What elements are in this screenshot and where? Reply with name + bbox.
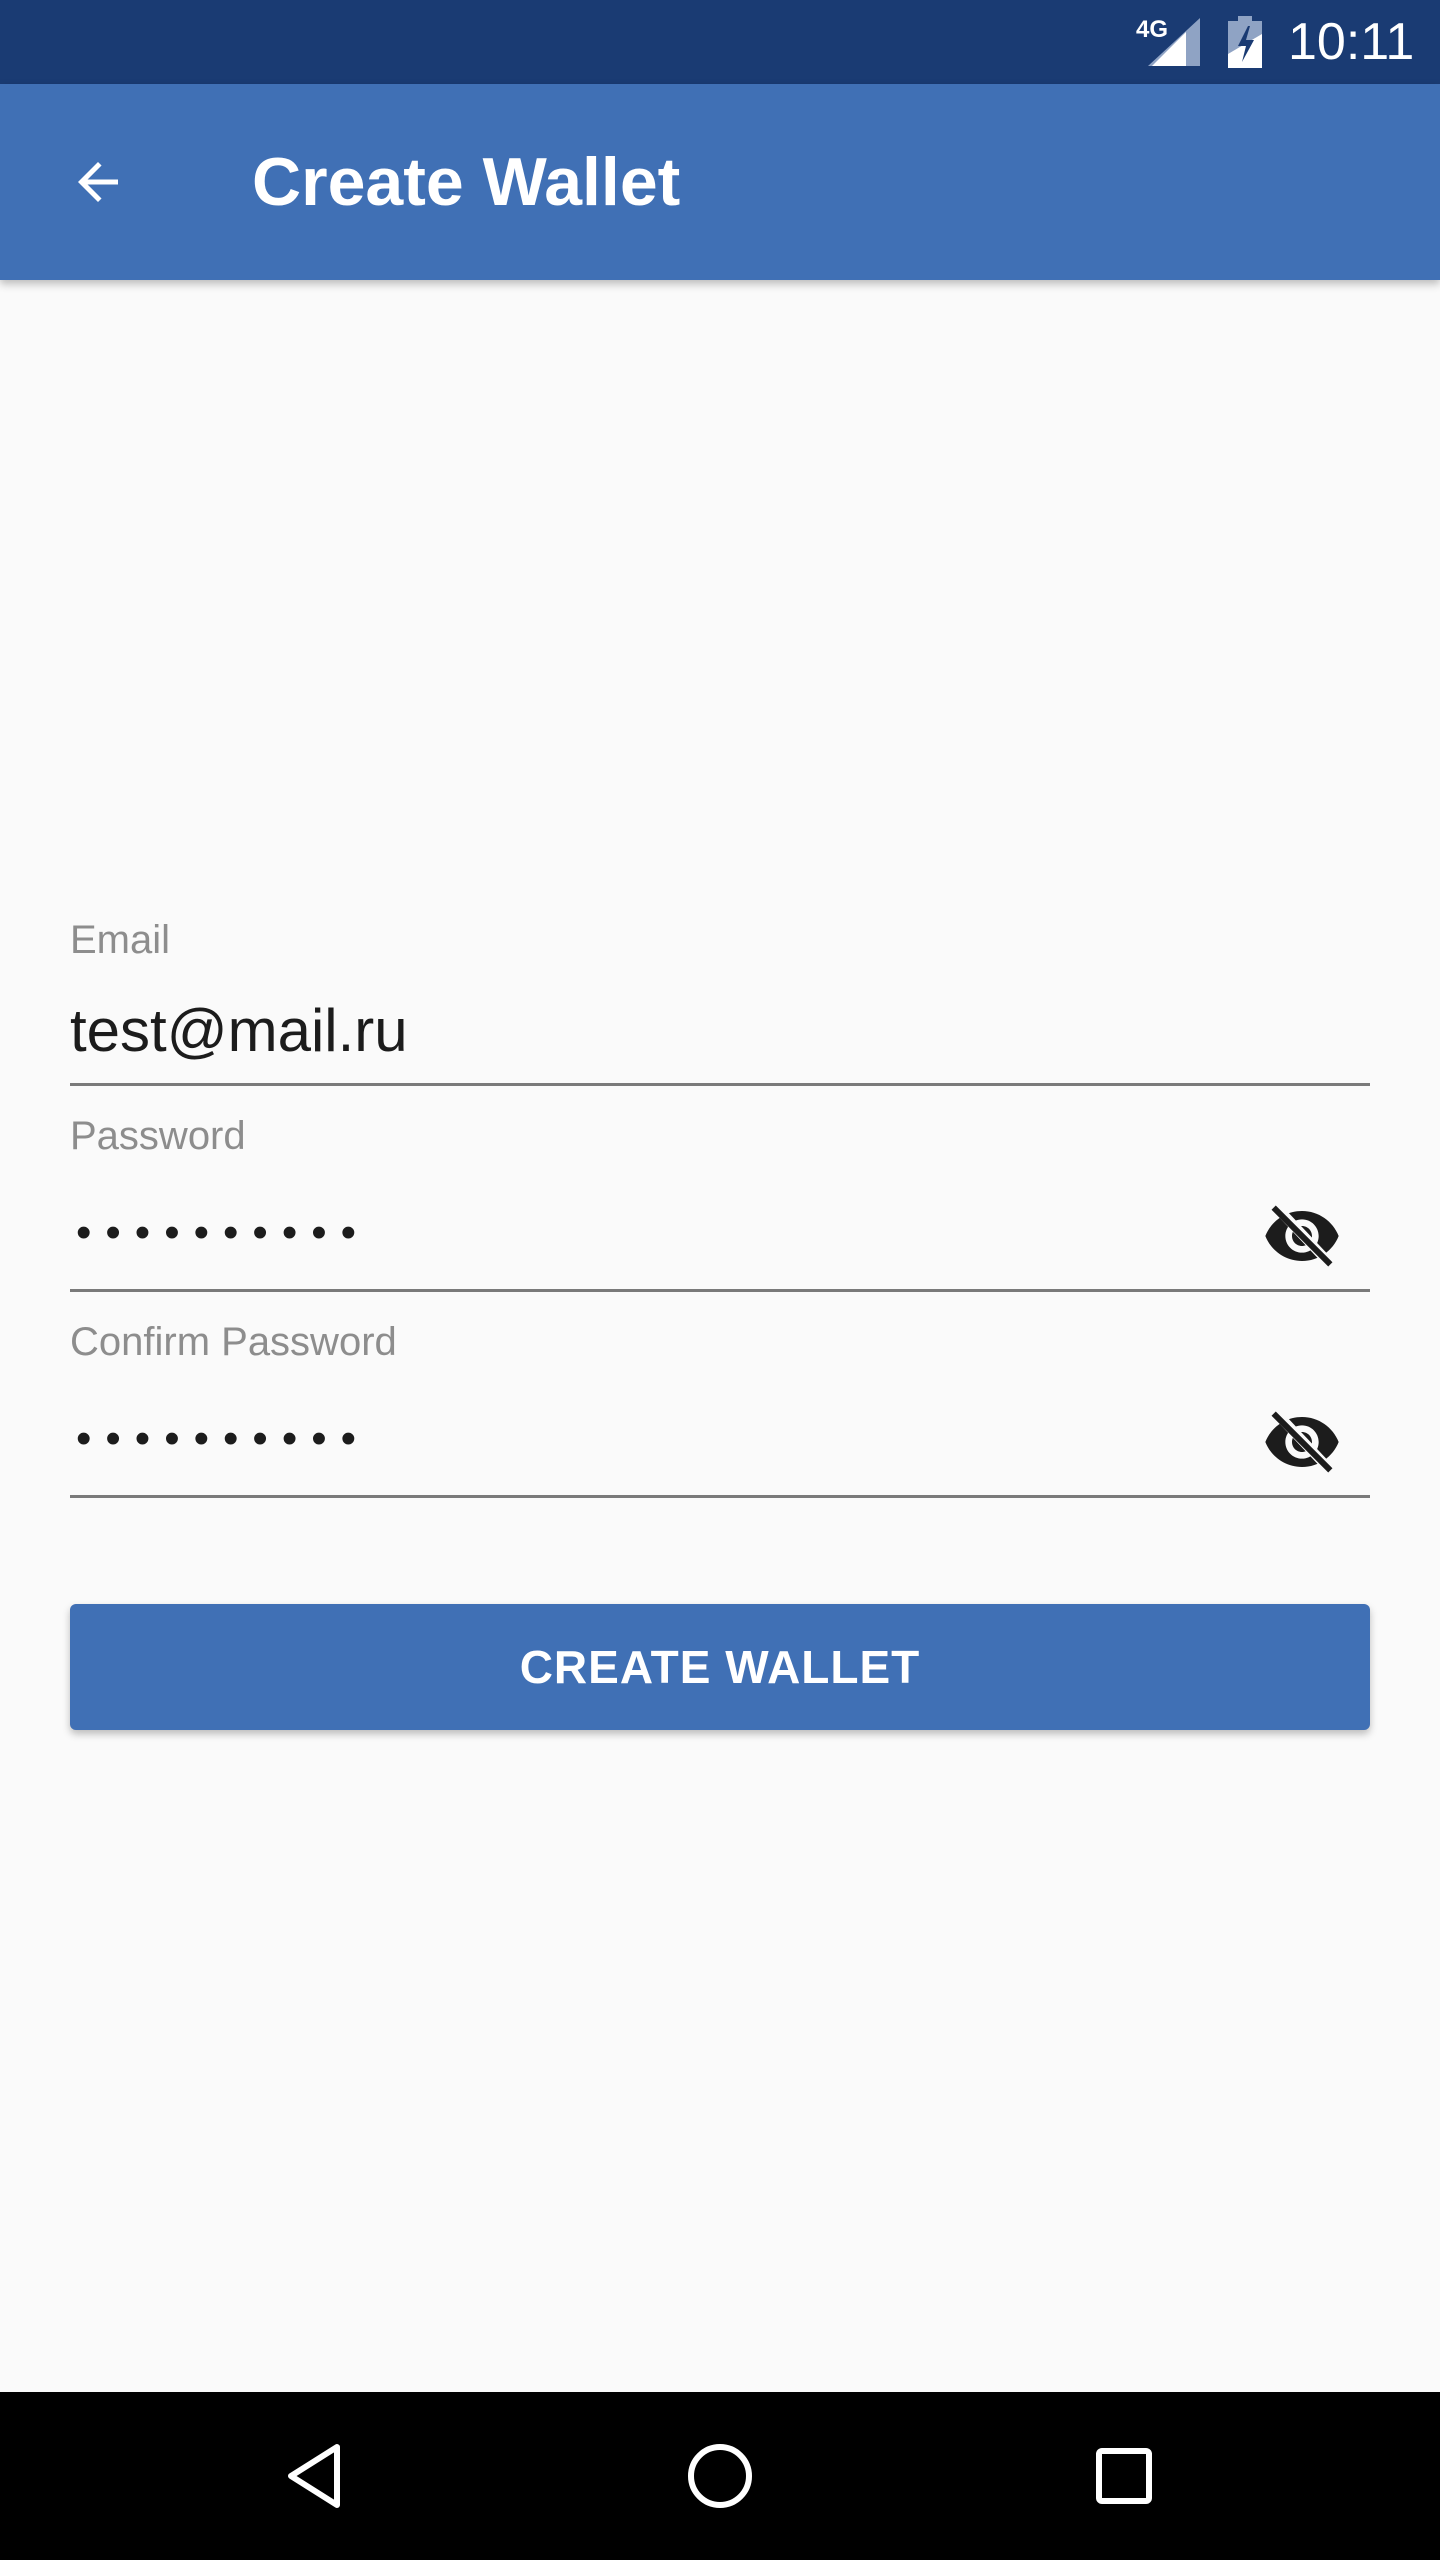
password-label: Password <box>70 1114 246 1158</box>
password-field[interactable]: Password •••••••••• <box>70 1112 1370 1292</box>
page-title: Create Wallet <box>252 144 681 220</box>
battery-charging-icon <box>1228 16 1262 68</box>
app-bar: Create Wallet <box>0 84 1440 280</box>
create-wallet-button[interactable]: CREATE WALLET <box>70 1604 1370 1730</box>
create-wallet-screen: 4G 10:11 Create Wallet Email test@mail.r… <box>0 0 1440 2560</box>
confirm-password-visibility-toggle[interactable] <box>1254 1394 1350 1490</box>
confirm-password-field[interactable]: Confirm Password •••••••••• <box>70 1318 1370 1498</box>
status-time: 10:11 <box>1288 13 1415 71</box>
email-underline <box>70 1083 1370 1086</box>
password-underline <box>70 1289 1370 1292</box>
email-input[interactable]: test@mail.ru <box>70 996 408 1065</box>
confirm-password-label: Confirm Password <box>70 1320 397 1364</box>
confirm-password-input[interactable]: •••••••••• <box>76 1414 370 1464</box>
arrow-back-icon <box>78 162 118 202</box>
confirm-password-underline <box>70 1495 1370 1498</box>
status-bar: 4G 10:11 <box>0 0 1440 84</box>
nav-back-button[interactable] <box>266 2426 366 2526</box>
nav-home-circle-icon <box>688 2444 752 2508</box>
password-visibility-toggle[interactable] <box>1254 1188 1350 1284</box>
email-field[interactable]: Email test@mail.ru <box>70 916 1370 1088</box>
nav-back-triangle-icon <box>288 2444 340 2508</box>
system-nav-bar <box>0 2392 1440 2560</box>
nav-recents-square-icon <box>1096 2448 1152 2504</box>
email-label: Email <box>70 918 171 962</box>
cellular-signal-icon <box>1148 18 1200 66</box>
back-button[interactable] <box>46 130 150 234</box>
nav-recents-button[interactable] <box>1074 2426 1174 2526</box>
password-input[interactable]: •••••••••• <box>76 1208 370 1258</box>
nav-home-button[interactable] <box>670 2426 770 2526</box>
visibility-off-icon <box>1265 1202 1339 1270</box>
visibility-off-icon <box>1265 1408 1339 1476</box>
